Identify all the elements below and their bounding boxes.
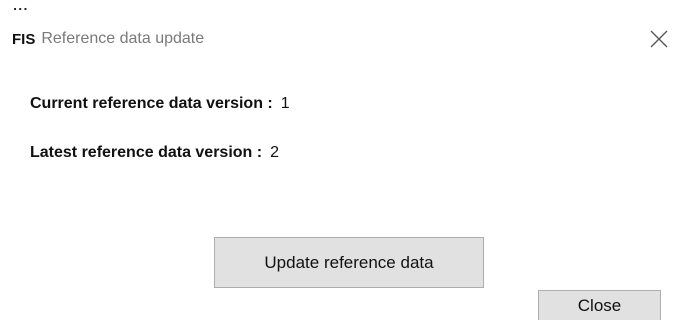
close-button[interactable]: Close (538, 290, 661, 320)
current-version-value: 1 (280, 95, 290, 112)
current-version-row: Current reference data version : 1 (30, 92, 290, 116)
dialog-window: ... FIS Reference data update Current re… (0, 0, 678, 320)
update-reference-data-button[interactable]: Update reference data (214, 237, 484, 288)
close-x-icon[interactable] (648, 28, 670, 50)
window-title: Reference data update (41, 30, 205, 47)
latest-version-row: Latest reference data version : 2 (30, 141, 279, 165)
app-name: FIS (12, 30, 36, 48)
app-menu-dots-icon: ... (13, 0, 29, 13)
title-bar: FIS Reference data update (12, 26, 204, 52)
close-x-glyph (650, 30, 668, 48)
latest-version-label: Latest reference data version : (30, 144, 263, 161)
latest-version-value: 2 (270, 144, 279, 161)
current-version-label: Current reference data version : (30, 95, 273, 112)
